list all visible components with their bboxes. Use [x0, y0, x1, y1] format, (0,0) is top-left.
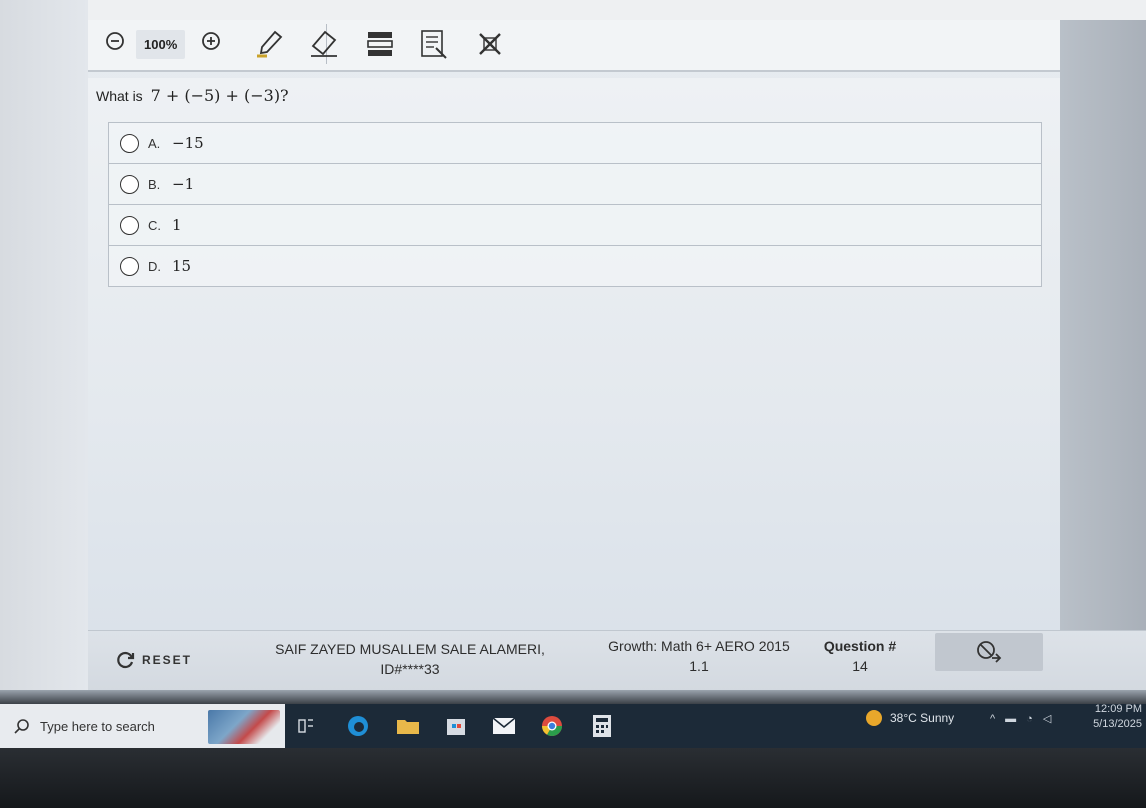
notepad-icon[interactable] [416, 28, 452, 60]
question-number-block: Question # 14 [812, 636, 908, 676]
right-margin [1060, 20, 1146, 690]
test-name: Growth: Math 6+ AERO 2015 [608, 638, 790, 654]
question-number: 14 [852, 658, 868, 674]
question-expression: 7 + (−5) + (−3)? [150, 86, 289, 105]
speaker-icon[interactable]: ◁ [1043, 712, 1051, 725]
option-value: −15 [172, 134, 204, 152]
clock-time: 12:09 PM [1094, 703, 1142, 715]
option-a[interactable]: A. −15 [108, 122, 1042, 163]
store-icon[interactable] [442, 712, 470, 740]
search-icon [14, 719, 29, 734]
chrome-icon[interactable] [538, 712, 566, 740]
radio-button[interactable] [120, 133, 139, 153]
task-view-icon[interactable] [292, 712, 320, 740]
zoom-in-icon[interactable] [198, 28, 224, 54]
chevron-up-icon[interactable]: ^ [990, 713, 995, 725]
edge-browser-icon[interactable] [344, 712, 372, 740]
battery-icon[interactable]: ▬ [1005, 713, 1016, 725]
reset-button[interactable]: RESET [116, 650, 192, 670]
test-version: 1.1 [689, 658, 709, 674]
reset-label: RESET [142, 653, 193, 667]
option-value: 15 [172, 257, 192, 275]
radio-button[interactable] [120, 256, 139, 276]
calculator-icon[interactable] [588, 712, 616, 740]
system-tray: ^ ▬ ◔ ◁ [990, 712, 1051, 726]
clock-date: 5/13/2025 [1093, 718, 1142, 730]
zoom-level: 100% [136, 29, 186, 59]
question-number-label: Question # [823, 638, 897, 654]
question-prefix: What is [96, 88, 143, 104]
answer-eliminator-icon[interactable] [472, 28, 508, 60]
option-value: −1 [172, 175, 195, 193]
screen-top-strip [0, 0, 1146, 20]
student-info: SAIF ZAYED MUSALLEM SALE ALAMERI, ID#***… [252, 639, 568, 679]
option-c[interactable]: C. 1 [108, 204, 1042, 245]
next-arrow-icon [977, 641, 1002, 663]
weather-text: 38°C Sunny [890, 711, 955, 725]
student-name: SAIF ZAYED MUSALLEM SALE ALAMERI, [275, 641, 545, 657]
question-text: What is 7 + (−5) + (−3)? [96, 86, 289, 105]
option-b[interactable]: B. −1 [108, 163, 1042, 204]
option-letter: B. [148, 176, 161, 192]
option-d[interactable]: D. 15 [108, 245, 1042, 287]
search-placeholder: Type here to search [40, 718, 155, 734]
weather-widget[interactable]: 38°C Sunny [866, 710, 954, 726]
test-toolbar: 100% [88, 20, 1060, 72]
student-id: ID#****33 [380, 661, 440, 677]
sun-icon [866, 710, 882, 726]
laptop-bezel-bottom [0, 748, 1146, 808]
eraser-icon[interactable] [306, 28, 342, 60]
option-value: 1 [172, 216, 182, 234]
search-highlight-image [208, 710, 280, 744]
file-explorer-icon[interactable] [394, 712, 422, 740]
radio-button[interactable] [120, 215, 139, 235]
zoom-level-button[interactable]: 100% [136, 28, 186, 60]
test-info: Growth: Math 6+ AERO 2015 1.1 [590, 636, 808, 676]
left-margin [0, 0, 88, 690]
radio-button[interactable] [120, 174, 139, 194]
screen-edge [0, 690, 1146, 704]
option-letter: D. [148, 258, 161, 274]
option-letter: C. [148, 217, 161, 233]
highlighter-icon[interactable] [252, 28, 288, 60]
next-button[interactable] [935, 633, 1043, 671]
refresh-icon [117, 651, 135, 669]
answer-options: A. −15 B. −1 C. 1 D. 15 [108, 122, 1042, 287]
taskbar-clock[interactable]: 12:09 PM 5/13/2025 [1068, 702, 1142, 732]
line-reader-icon[interactable] [362, 28, 398, 60]
network-icon[interactable]: ◔ [1026, 713, 1033, 725]
mail-icon[interactable] [490, 712, 518, 740]
option-letter: A. [148, 135, 161, 151]
zoom-out-icon[interactable] [102, 28, 128, 54]
